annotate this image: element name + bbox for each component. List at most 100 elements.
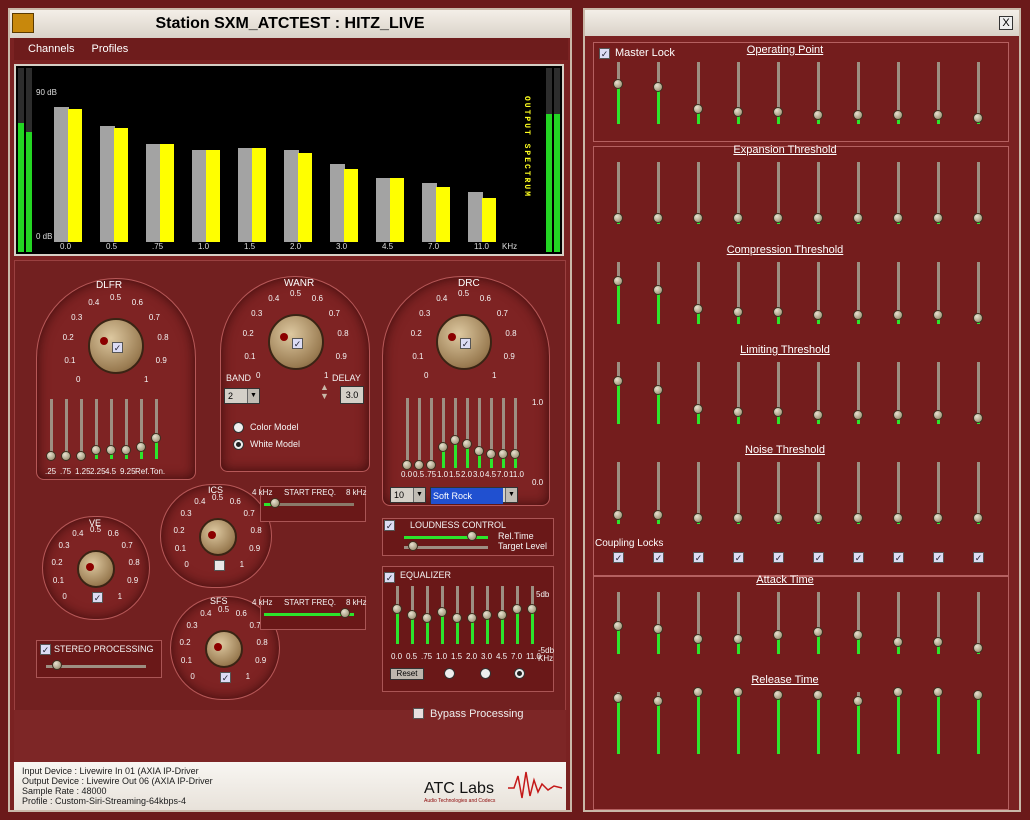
- coupling-lock-checkbox[interactable]: ✓: [853, 552, 864, 563]
- dial-knob[interactable]: ✓: [88, 318, 144, 374]
- dial-knob[interactable]: ✓: [205, 630, 243, 683]
- threshold-slider-handle[interactable]: [653, 212, 663, 223]
- slider-handle[interactable]: [414, 459, 424, 470]
- threshold-slider-handle[interactable]: [653, 284, 663, 295]
- eq-reset-button[interactable]: Reset: [390, 668, 424, 680]
- threshold-slider-handle[interactable]: [893, 109, 903, 120]
- dial-enable-checkbox[interactable]: ✓: [112, 342, 123, 353]
- slider-handle[interactable]: [136, 442, 146, 452]
- threshold-slider-handle[interactable]: [693, 633, 703, 644]
- dial-knob[interactable]: ✓: [77, 550, 115, 603]
- dial-enable-checkbox[interactable]: ✓: [292, 338, 303, 349]
- threshold-slider-handle[interactable]: [773, 212, 783, 223]
- drc-style-select[interactable]: Soft Rock ▼: [430, 487, 518, 504]
- threshold-slider-handle[interactable]: [893, 636, 903, 647]
- coupling-lock-checkbox[interactable]: ✓: [813, 552, 824, 563]
- menu-channels[interactable]: Channels: [28, 43, 74, 55]
- dial-enable-checkbox[interactable]: ✓: [220, 672, 231, 683]
- threshold-slider-handle[interactable]: [973, 112, 983, 123]
- threshold-slider-handle[interactable]: [933, 409, 943, 420]
- delay-input[interactable]: 3.0: [340, 386, 364, 404]
- threshold-slider-handle[interactable]: [693, 687, 703, 697]
- threshold-slider-handle[interactable]: [693, 403, 703, 414]
- threshold-slider-handle[interactable]: [893, 212, 903, 223]
- threshold-slider-handle[interactable]: [853, 212, 863, 223]
- threshold-slider-handle[interactable]: [933, 309, 943, 320]
- threshold-slider-handle[interactable]: [613, 375, 623, 386]
- color-model-radio[interactable]: [233, 422, 244, 433]
- slider-handle[interactable]: [106, 445, 116, 455]
- threshold-slider-handle[interactable]: [613, 78, 623, 89]
- dial-knob[interactable]: ✓: [436, 314, 492, 370]
- slider-handle[interactable]: [91, 445, 101, 455]
- eq-preset-radio-1[interactable]: [444, 668, 455, 679]
- slider-track[interactable]: [50, 399, 53, 459]
- threshold-slider-handle[interactable]: [813, 409, 823, 420]
- slider-handle[interactable]: [474, 445, 484, 456]
- slider-track[interactable]: [418, 398, 421, 468]
- coupling-lock-checkbox[interactable]: ✓: [933, 552, 944, 563]
- delay-stepper-icon[interactable]: ▲ ▼: [320, 383, 329, 401]
- threshold-slider-handle[interactable]: [733, 633, 743, 644]
- threshold-slider-handle[interactable]: [933, 687, 943, 697]
- bypass-checkbox[interactable]: [413, 708, 424, 719]
- coupling-lock-checkbox[interactable]: ✓: [693, 552, 704, 563]
- dial-knob[interactable]: ✓: [268, 314, 324, 370]
- slider-handle[interactable]: [510, 449, 520, 459]
- slider-track[interactable]: [430, 398, 433, 468]
- slider-handle[interactable]: [392, 604, 402, 615]
- slider-handle[interactable]: [121, 445, 131, 455]
- threshold-slider-handle[interactable]: [893, 409, 903, 420]
- threshold-slider-handle[interactable]: [933, 636, 943, 647]
- threshold-slider-handle[interactable]: [733, 406, 743, 417]
- slider-handle[interactable]: [482, 610, 492, 620]
- stereo-checkbox[interactable]: ✓: [40, 644, 51, 655]
- threshold-slider-handle[interactable]: [733, 306, 743, 317]
- slider-track[interactable]: [65, 399, 68, 459]
- slider-handle[interactable]: [512, 604, 522, 615]
- threshold-slider-handle[interactable]: [693, 212, 703, 223]
- threshold-slider-handle[interactable]: [933, 109, 943, 120]
- threshold-slider-handle[interactable]: [613, 212, 623, 223]
- slider-track[interactable]: [406, 398, 409, 468]
- threshold-slider-handle[interactable]: [613, 509, 623, 520]
- threshold-slider-handle[interactable]: [653, 384, 663, 395]
- ics-freq-handle[interactable]: [270, 498, 280, 508]
- eq-preset-radio-2[interactable]: [480, 668, 491, 679]
- threshold-slider-handle[interactable]: [733, 106, 743, 117]
- threshold-slider-handle[interactable]: [893, 687, 903, 697]
- slider-handle[interactable]: [402, 459, 412, 470]
- threshold-slider-handle[interactable]: [813, 512, 823, 523]
- threshold-slider-handle[interactable]: [933, 512, 943, 523]
- threshold-slider-handle[interactable]: [853, 109, 863, 120]
- coupling-lock-checkbox[interactable]: ✓: [773, 552, 784, 563]
- drc-preset-select[interactable]: 10 ▼: [390, 487, 426, 503]
- slider-handle[interactable]: [452, 612, 462, 623]
- threshold-slider-handle[interactable]: [893, 309, 903, 320]
- sfs-freq-handle[interactable]: [340, 608, 350, 618]
- threshold-slider-handle[interactable]: [933, 212, 943, 223]
- coupling-lock-checkbox[interactable]: ✓: [893, 552, 904, 563]
- band-select[interactable]: 2 ▼: [224, 388, 260, 404]
- slider-handle[interactable]: [61, 451, 71, 461]
- dial-knob[interactable]: [199, 518, 237, 571]
- slider-handle[interactable]: [527, 604, 537, 615]
- slider-handle[interactable]: [497, 610, 507, 620]
- threshold-slider-handle[interactable]: [733, 512, 743, 523]
- threshold-slider-handle[interactable]: [973, 312, 983, 323]
- white-model-radio[interactable]: [233, 439, 244, 450]
- slider-handle[interactable]: [407, 610, 417, 620]
- slider-handle[interactable]: [151, 433, 161, 443]
- threshold-slider-handle[interactable]: [693, 303, 703, 314]
- threshold-slider-handle[interactable]: [693, 512, 703, 523]
- threshold-slider-handle[interactable]: [853, 512, 863, 523]
- eq-preset-radio-3[interactable]: [514, 668, 525, 679]
- threshold-slider-handle[interactable]: [773, 306, 783, 317]
- coupling-lock-checkbox[interactable]: ✓: [733, 552, 744, 563]
- threshold-slider-handle[interactable]: [773, 406, 783, 417]
- slider-handle[interactable]: [498, 449, 508, 459]
- threshold-slider-handle[interactable]: [613, 275, 623, 286]
- slider-handle[interactable]: [486, 449, 496, 459]
- master-lock-checkbox[interactable]: ✓: [599, 48, 610, 59]
- slider-handle[interactable]: [422, 612, 432, 623]
